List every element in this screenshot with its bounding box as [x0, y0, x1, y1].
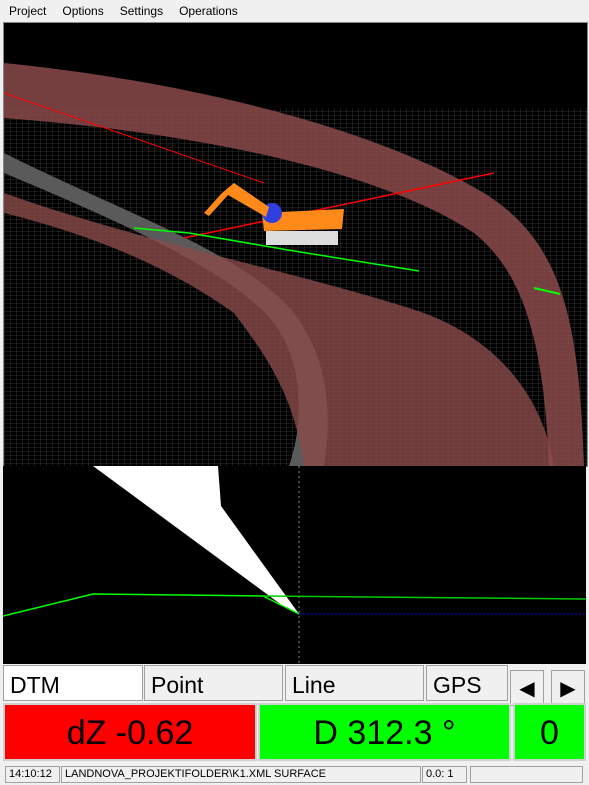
menu-bar: Project Options Settings Operations — [0, 0, 589, 22]
dz-value: dZ -0.62 — [3, 703, 257, 761]
tab-dtm[interactable]: DTM — [3, 665, 143, 701]
menu-options[interactable]: Options — [53, 0, 110, 22]
menu-project[interactable]: Project — [0, 0, 53, 22]
status-file: LANDNOVA_PROJEKTIFOLDER\K1.XML SURFACE — [61, 766, 421, 783]
tab-point[interactable]: Point — [144, 665, 283, 701]
status-coord: 0.0: 1 — [422, 766, 467, 783]
tab-gps[interactable]: GPS — [426, 665, 508, 701]
tab-line[interactable]: Line — [285, 665, 424, 701]
triangle-left-icon[interactable]: ◀ — [510, 670, 544, 706]
direction-value: D 312.3 ° — [258, 703, 511, 761]
menu-settings[interactable]: Settings — [111, 0, 170, 22]
3d-scene — [3, 63, 587, 466]
terrain-profile — [2, 593, 300, 617]
3d-view[interactable] — [3, 22, 588, 467]
profile-scene — [2, 466, 587, 664]
count-value: 0 — [513, 703, 586, 761]
menu-operations[interactable]: Operations — [170, 0, 245, 22]
bucket-shape — [93, 466, 299, 614]
design-profile — [262, 595, 587, 600]
status-extra — [470, 766, 583, 783]
triangle-right-icon[interactable]: ▶ — [551, 670, 585, 706]
profile-view[interactable] — [2, 466, 587, 664]
status-time: 14:10:12 — [5, 766, 60, 783]
